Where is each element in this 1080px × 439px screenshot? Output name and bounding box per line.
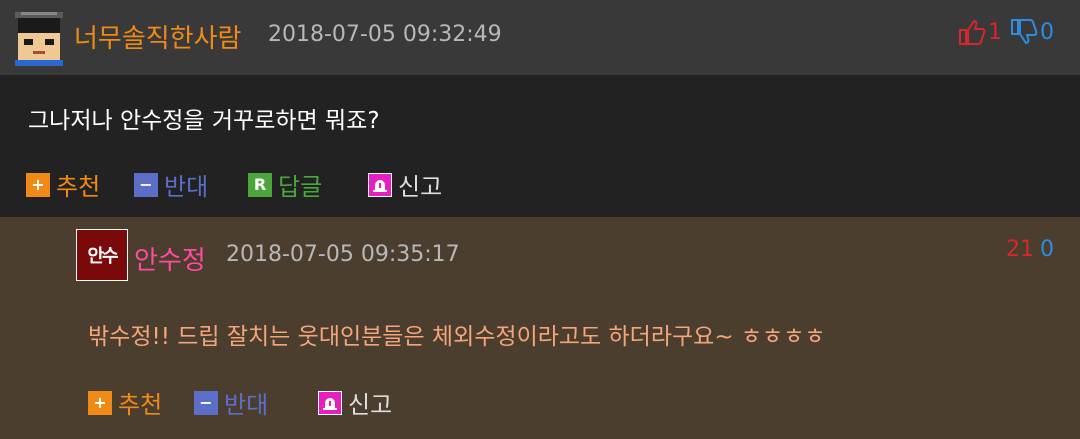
recommend-button[interactable]: + 추천: [88, 385, 162, 420]
thumbs-down-icon[interactable]: [1010, 19, 1038, 45]
dislike-count: 0: [1040, 20, 1054, 45]
siren-icon: [318, 390, 342, 415]
recommend-label: 추천: [56, 173, 101, 201]
plus-icon: +: [26, 172, 50, 197]
comment-1: 너무솔직한사람 2018-07-05 09:32:49 1 0 그나저나 안수정…: [0, 0, 1080, 217]
minus-icon: −: [194, 390, 218, 415]
comment-2: 안수 안수정 2018-07-05 09:35:17 21 0 밖수정!! 드립…: [0, 217, 1080, 439]
report-button[interactable]: 신고: [368, 167, 442, 202]
thumbs-up-icon[interactable]: [958, 19, 986, 45]
oppose-button[interactable]: − 반대: [194, 385, 268, 420]
report-label: 신고: [398, 173, 443, 201]
avatar-image[interactable]: 안수: [76, 229, 128, 281]
comment-author[interactable]: 너무솔직한사람: [74, 18, 241, 55]
recommend-label: 추천: [118, 391, 163, 419]
comment-date: 2018-07-05 09:35:17: [226, 242, 460, 267]
comment-text: 그나저나 안수정을 거꾸로하면 뭐죠?: [28, 108, 380, 134]
oppose-label: 반대: [224, 391, 269, 419]
report-button[interactable]: 신고: [318, 385, 392, 420]
recommend-button[interactable]: + 추천: [26, 167, 100, 202]
oppose-label: 반대: [164, 173, 209, 201]
like-count: 1: [988, 20, 1002, 45]
like-count[interactable]: 21: [1006, 237, 1034, 262]
avatar-pixel-face-icon[interactable]: [12, 12, 66, 66]
comment-text: 밖수정!! 드립 잘치는 웃대인분들은 체외수정이라고도 하더라구요~ ㅎㅎㅎㅎ: [88, 324, 826, 350]
siren-icon: [368, 172, 392, 197]
plus-icon: +: [88, 390, 112, 415]
comment-author[interactable]: 안수정: [134, 240, 206, 277]
avatar-text: 안수: [87, 246, 118, 267]
reply-icon: R: [248, 172, 272, 197]
report-label: 신고: [348, 391, 393, 419]
dislike-count[interactable]: 0: [1040, 237, 1054, 262]
oppose-button[interactable]: − 반대: [134, 167, 208, 202]
minus-icon: −: [134, 172, 158, 197]
reply-label: 답글: [278, 173, 323, 201]
reply-button[interactable]: R 답글: [248, 167, 322, 202]
comment-date: 2018-07-05 09:32:49: [268, 22, 502, 47]
